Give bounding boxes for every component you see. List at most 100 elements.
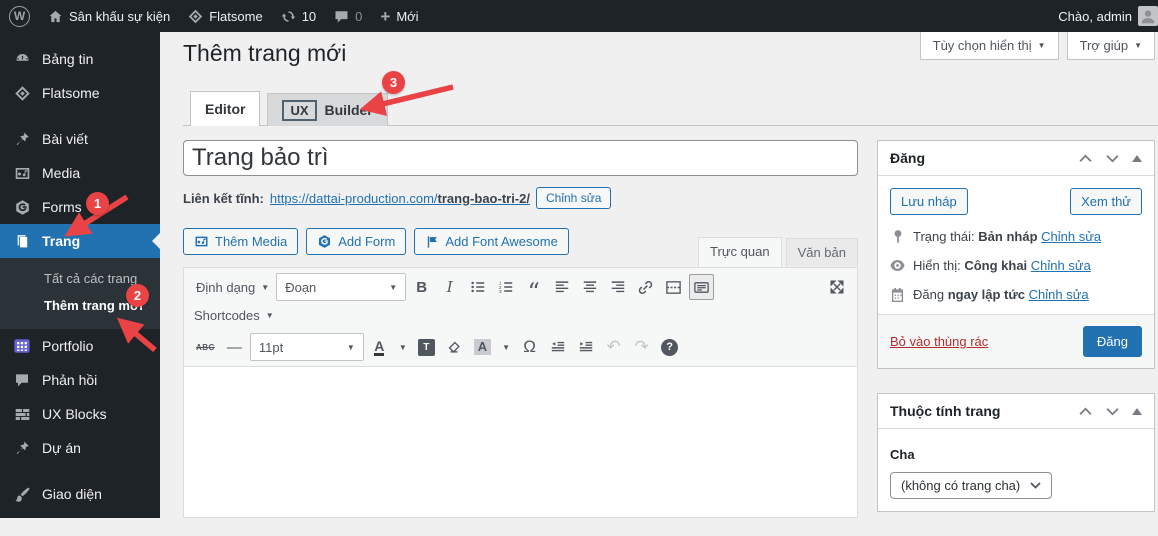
help-button[interactable]: Trợ giúp ▼ bbox=[1067, 32, 1155, 60]
caret-down-icon: ▼ bbox=[502, 343, 510, 352]
account-menu[interactable]: Chào, admin bbox=[1049, 0, 1158, 32]
parent-page-select[interactable]: (không có trang cha) bbox=[890, 472, 1052, 499]
align-right-button[interactable] bbox=[605, 274, 630, 300]
text-color-button[interactable]: A bbox=[367, 334, 392, 360]
paintbrush-icon bbox=[12, 486, 32, 503]
highlight-color-icon: A bbox=[474, 339, 491, 355]
page-attributes-header[interactable]: Thuộc tính trang bbox=[878, 394, 1154, 429]
edit-visibility-link[interactable]: Chỉnh sửa bbox=[1031, 258, 1091, 273]
edit-status-link[interactable]: Chỉnh sửa bbox=[1041, 229, 1101, 244]
strikethrough-button[interactable]: ABC bbox=[192, 334, 219, 360]
toolbar-row-2: Shortcodes ▼ bbox=[184, 306, 857, 328]
schedule-row: Đăng ngay lập tức Chỉnh sửa bbox=[890, 287, 1142, 302]
tab-editor-label: Editor bbox=[205, 101, 245, 117]
numbered-list-button[interactable]: 123 bbox=[493, 274, 518, 300]
toolbar-toggle-button[interactable] bbox=[689, 274, 714, 300]
annotation-step-2: 2 bbox=[126, 284, 149, 307]
visual-tab[interactable]: Trực quan bbox=[698, 237, 782, 267]
preview-button[interactable]: Xem thử bbox=[1070, 188, 1142, 215]
italic-button[interactable]: I bbox=[437, 274, 462, 300]
shortcodes-dropdown[interactable]: Shortcodes ▼ bbox=[194, 308, 278, 323]
caret-down-icon: ▼ bbox=[266, 311, 274, 320]
comments-count: 0 bbox=[355, 9, 362, 24]
font-size-select[interactable]: 11pt ▼ bbox=[250, 333, 364, 361]
sidebar-item-projects[interactable]: Dự án bbox=[0, 431, 160, 465]
collapse-panel-icon[interactable] bbox=[1132, 408, 1142, 415]
updates-icon bbox=[281, 9, 296, 24]
new-content-menu[interactable]: + Mới bbox=[371, 0, 427, 32]
sidebar-item-portfolio[interactable]: Portfolio bbox=[0, 329, 160, 363]
text-color-icon: A bbox=[374, 339, 384, 356]
shortcodes-label: Shortcodes bbox=[194, 308, 260, 323]
comments-menu[interactable]: 0 bbox=[325, 0, 371, 32]
parent-page-value: (không có trang cha) bbox=[901, 478, 1020, 493]
sidebar-label: Flatsome bbox=[42, 85, 100, 101]
permalink-link[interactable]: https://dattai-production.com/trang-bao-… bbox=[270, 191, 530, 206]
bold-button[interactable]: B bbox=[409, 274, 434, 300]
post-title-input[interactable] bbox=[183, 140, 858, 176]
save-draft-button[interactable]: Lưu nháp bbox=[890, 188, 968, 215]
sidebar-item-comments[interactable]: Phản hồi bbox=[0, 363, 160, 397]
edit-schedule-link[interactable]: Chỉnh sửa bbox=[1029, 287, 1089, 302]
flatsome-menu[interactable]: Flatsome bbox=[179, 0, 271, 32]
text-tab[interactable]: Văn bản bbox=[786, 238, 858, 266]
publish-panel-header[interactable]: Đăng bbox=[878, 141, 1154, 176]
read-more-icon bbox=[665, 279, 682, 296]
clear-formatting-button[interactable] bbox=[442, 334, 467, 360]
highlight-color-caret[interactable]: ▼ bbox=[498, 334, 514, 360]
page-attributes-body: Cha (không có trang cha) bbox=[878, 429, 1154, 511]
move-down-icon[interactable] bbox=[1105, 154, 1120, 163]
updates-menu[interactable]: 10 bbox=[272, 0, 325, 32]
text-color-caret[interactable]: ▼ bbox=[395, 334, 411, 360]
blockquote-button[interactable]: “ bbox=[521, 274, 546, 300]
screen-options-button[interactable]: Tùy chọn hiển thị ▼ bbox=[920, 32, 1059, 60]
align-center-button[interactable] bbox=[577, 274, 602, 300]
align-left-button[interactable] bbox=[549, 274, 574, 300]
sidebar-item-ux-blocks[interactable]: UX Blocks bbox=[0, 397, 160, 431]
bullet-list-button[interactable] bbox=[465, 274, 490, 300]
undo-button[interactable]: ↶ bbox=[601, 334, 626, 360]
sidebar-item-media[interactable]: Media bbox=[0, 156, 160, 190]
move-to-trash-link[interactable]: Bỏ vào thùng rác bbox=[890, 334, 988, 349]
status-row: Trạng thái: Bản nháp Chỉnh sửa bbox=[890, 229, 1142, 244]
collapse-panel-icon[interactable] bbox=[1132, 155, 1142, 162]
calendar-icon bbox=[890, 288, 905, 302]
move-down-icon[interactable] bbox=[1105, 407, 1120, 416]
site-name-menu[interactable]: Sân khấu sự kiện bbox=[39, 0, 179, 32]
edit-permalink-button[interactable]: Chỉnh sửa bbox=[536, 187, 611, 209]
parent-label: Cha bbox=[890, 447, 1142, 462]
editor-content-area[interactable] bbox=[184, 366, 857, 517]
move-up-icon[interactable] bbox=[1078, 154, 1093, 163]
annotation-step-1: 1 bbox=[86, 192, 109, 215]
sidebar-item-forms[interactable]: Forms bbox=[0, 190, 160, 224]
highlight-color-button[interactable]: A bbox=[470, 334, 495, 360]
sidebar-item-pages[interactable]: Trang bbox=[0, 224, 160, 258]
horizontal-rule-button[interactable]: — bbox=[222, 334, 247, 360]
sidebar-item-posts[interactable]: Bài viết bbox=[0, 122, 160, 156]
flatsome-icon bbox=[188, 9, 203, 24]
visibility-label: Hiển thị: bbox=[913, 258, 961, 273]
redo-button[interactable]: ↷ bbox=[629, 334, 654, 360]
wp-logo-menu[interactable]: W bbox=[0, 0, 39, 32]
publish-button[interactable]: Đăng bbox=[1083, 326, 1142, 357]
status-value: Bản nháp bbox=[978, 229, 1037, 244]
paste-as-text-button[interactable]: T bbox=[414, 334, 439, 360]
read-more-button[interactable] bbox=[661, 274, 686, 300]
outdent-button[interactable] bbox=[545, 334, 570, 360]
special-character-button[interactable]: Ω bbox=[517, 334, 542, 360]
move-up-icon[interactable] bbox=[1078, 407, 1093, 416]
tab-ux-builder[interactable]: UX Builder bbox=[267, 93, 387, 126]
sidebar-item-appearance[interactable]: Giao diện bbox=[0, 477, 160, 511]
sidebar-item-flatsome[interactable]: Flatsome bbox=[0, 76, 160, 110]
paragraph-select[interactable]: Đoạn ▼ bbox=[276, 273, 406, 301]
tab-builder-label: Builder bbox=[325, 102, 373, 118]
page-attributes-title: Thuộc tính trang bbox=[890, 403, 1000, 419]
insert-link-button[interactable] bbox=[633, 274, 658, 300]
sidebar-item-dashboard[interactable]: Bảng tin bbox=[0, 42, 160, 76]
link-icon bbox=[637, 279, 654, 296]
fullscreen-button[interactable] bbox=[824, 274, 849, 300]
tab-editor[interactable]: Editor bbox=[190, 91, 260, 126]
indent-button[interactable] bbox=[573, 334, 598, 360]
format-dropdown[interactable]: Định dạng ▼ bbox=[192, 280, 273, 295]
help-toolbar-button[interactable]: ? bbox=[657, 334, 682, 360]
